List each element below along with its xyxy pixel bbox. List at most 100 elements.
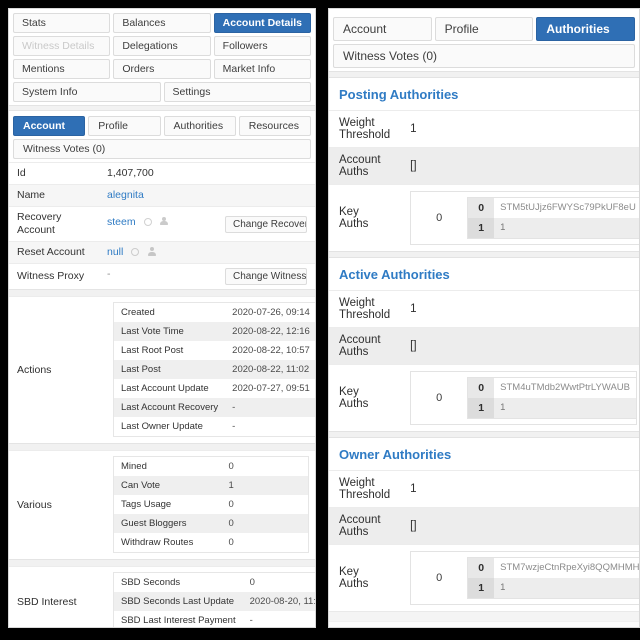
tab-account[interactable]: Account [333, 17, 432, 41]
sbd-interest-table: SBD Seconds 0 SBD Seconds Last Update 20… [113, 572, 316, 627]
table-row: Account Auths [] [329, 147, 639, 185]
row-value: - [249, 614, 253, 626]
group-label-sbd-interest: SBD Interest [9, 567, 113, 627]
row-value: 2020-07-26, 09:14 [232, 306, 310, 318]
row-label: Last Vote Time [113, 322, 226, 341]
active-authorities-table: Weight Threshold 1 Account Auths [] Key … [329, 290, 639, 431]
row-label: SBD Last Interest Payment [121, 614, 236, 626]
row-value: 2020-08-22, 12:16 [225, 322, 315, 341]
copy-icon[interactable] [131, 248, 140, 256]
list-item: 0 STM4uTMdb2WwtPtrLYWAUB [468, 378, 636, 398]
table-row: Last Owner Update - [114, 417, 316, 437]
table-row: SBD Last Interest Payment - [114, 611, 316, 627]
user-icon[interactable] [159, 216, 168, 226]
tab-witness-votes[interactable]: Witness Votes (0) [13, 139, 311, 159]
row-value: - [225, 398, 315, 417]
row-label: Created [121, 306, 155, 318]
field-value-reset-account[interactable]: null [107, 246, 123, 258]
row-value: 0 [221, 514, 309, 533]
key-auths-index: 0 [436, 392, 443, 404]
nav-button-settings[interactable]: Settings [163, 82, 311, 102]
tab-profile[interactable]: Profile [88, 116, 161, 136]
tab-account[interactable]: Account [13, 116, 86, 136]
nav-row-2: Witness Details Delegations Followers [13, 36, 311, 56]
field-value-recovery-account[interactable]: steem [107, 216, 136, 228]
field-label-id: Id [9, 162, 99, 185]
section-divider [329, 251, 639, 258]
copy-icon[interactable] [143, 217, 152, 226]
key-auth-weight: 1 [500, 222, 506, 233]
field-value-id: 1,407,700 [99, 162, 315, 185]
table-row: Account Auths [] [329, 507, 639, 545]
table-row: Reset Account null [9, 241, 315, 264]
primary-nav-grid: Stats Balances Account Details Witness D… [9, 9, 315, 102]
tab-authorities[interactable]: Authorities [163, 116, 236, 136]
change-recovery-account-button[interactable]: Change Recovery Account [225, 215, 307, 233]
tab-profile[interactable]: Profile [434, 17, 534, 41]
key-auth-row-index: 0 [468, 378, 495, 398]
account-auths-label: Account Auths [329, 507, 401, 545]
group-various: Various Mined 0 Can Vote 1 Tags Usage 0 … [9, 450, 315, 559]
table-row: Weight Threshold 1 [329, 470, 639, 508]
nav-button-system-info[interactable]: System Info [13, 82, 161, 102]
table-row: Can Vote 1 [113, 476, 309, 495]
nav-button-balances[interactable]: Balances [113, 13, 211, 33]
key-auth-public-key[interactable]: STM7wzjeCtnRpeXyi8QQMHMH [494, 558, 639, 578]
row-label: SBD Seconds [121, 576, 181, 588]
group-sbd-interest: SBD Interest SBD Seconds 0 SBD Seconds L… [9, 566, 316, 627]
authorities-tabs: Account Profile Authorities Witness Vote… [329, 9, 639, 68]
row-value: 2020-08-22, 10:57 [232, 344, 310, 356]
row-value: 0 [228, 498, 234, 510]
weight-threshold-label: Weight Threshold [329, 470, 401, 508]
nav-row-4: System Info Settings [13, 82, 311, 102]
bottom-divider-2 [329, 621, 639, 627]
group-divider [9, 443, 315, 450]
table-row: SBD Seconds Last Update 2020-08-20, 11:3… [113, 592, 315, 611]
tab-authorities[interactable]: Authorities [536, 17, 636, 41]
nav-button-account-details[interactable]: Account Details [213, 13, 311, 33]
list-item: 1 1 [468, 398, 636, 418]
table-row: Account Auths [] [329, 327, 639, 365]
field-label-recovery-account: Recovery Account [9, 206, 99, 242]
change-witness-proxy-button[interactable]: Change Witness Proxy [225, 268, 307, 285]
nav-button-mentions[interactable]: Mentions [13, 59, 111, 79]
table-row: Mined 0 [114, 457, 309, 477]
nav-button-market-info[interactable]: Market Info [213, 59, 311, 79]
key-auths-label: Key Auths [329, 544, 401, 611]
list-item: 0 STM7wzjeCtnRpeXyi8QQMHMH [468, 558, 639, 578]
nav-button-delegations[interactable]: Delegations [113, 36, 211, 56]
key-auths-container: 0 0 STM4uTMdb2WwtPtrLYWAUB 1 1 [410, 371, 637, 425]
table-row: Witness Proxy Change Witness Proxy - [9, 263, 315, 289]
row-value: 2020-08-22, 11:02 [225, 360, 315, 379]
field-value-name[interactable]: alegnita [99, 184, 315, 207]
nav-button-orders[interactable]: Orders [113, 59, 211, 79]
field-value-recovery-account-cell: Change Recovery Account steem [99, 206, 315, 242]
nav-button-witness-details[interactable]: Witness Details [13, 36, 111, 56]
list-item: 1 1 [468, 578, 639, 598]
table-row: Key Auths 0 0 STM4uTMdb2WwtPtrLYWAUB 1 1 [329, 364, 639, 431]
tab-witness-votes[interactable]: Witness Votes (0) [333, 44, 635, 68]
posting-authorities-table: Weight Threshold 1 Account Auths [] Key … [329, 110, 639, 251]
key-auth-row-index: 1 [468, 398, 495, 418]
table-row: Recovery Account Change Recovery Account… [9, 206, 315, 242]
table-row: Id 1,407,700 [9, 162, 315, 185]
account-tabs-row-2: Witness Votes (0) [13, 139, 311, 159]
account-details-panel: Stats Balances Account Details Witness D… [8, 8, 316, 628]
nav-button-followers[interactable]: Followers [213, 36, 311, 56]
account-tabs-row-1: Account Profile Authorities Resources [13, 116, 311, 136]
weight-threshold-value: 1 [400, 290, 639, 328]
user-icon[interactable] [147, 247, 156, 256]
field-label-reset-account: Reset Account [9, 241, 99, 264]
account-auths-value: [] [400, 507, 639, 545]
account-auths-label: Account Auths [329, 147, 401, 185]
nav-button-stats[interactable]: Stats [13, 13, 111, 33]
row-label: Tags Usage [121, 498, 172, 510]
table-row: Weight Threshold 1 [329, 290, 639, 328]
key-auth-public-key[interactable]: STM4uTMdb2WwtPtrLYWAUB [494, 378, 636, 398]
account-auths-value: [] [400, 147, 639, 185]
tab-resources[interactable]: Resources [238, 116, 311, 136]
row-value: - [232, 420, 236, 432]
key-auth-public-key[interactable]: STM5tUJjz6FWYSc79PkUF8eU [494, 198, 639, 218]
table-row: Tags Usage 0 [114, 495, 309, 514]
key-auths-index: 0 [436, 572, 443, 584]
